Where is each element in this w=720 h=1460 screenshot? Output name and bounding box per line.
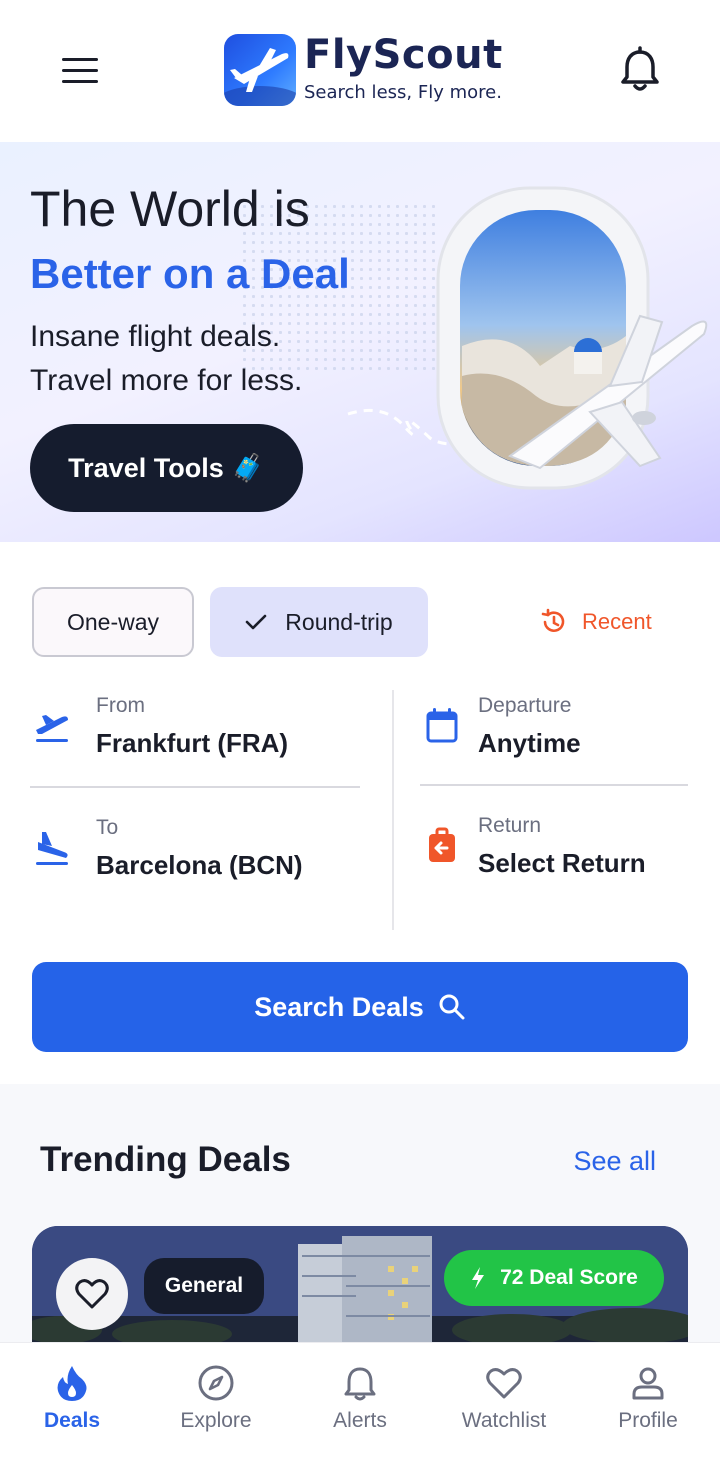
menu-icon[interactable] — [56, 52, 104, 92]
from-value: Frankfurt (FRA) — [96, 728, 289, 758]
return-ticket-icon — [429, 827, 455, 862]
from-label: From — [96, 694, 145, 717]
nav-label-explore: Explore — [180, 1409, 252, 1432]
departure-field[interactable]: Departure Anytime — [420, 690, 688, 786]
hero-banner: The World is Better on a Deal Insane fli… — [0, 142, 720, 542]
hero-heading-line1: The World is — [30, 181, 310, 237]
to-value: Barcelona (BCN) — [96, 850, 303, 880]
from-field[interactable]: From Frankfurt (FRA) — [30, 690, 360, 788]
logo-title: FlyScout — [304, 32, 503, 78]
trending-title: Trending Deals — [40, 1140, 291, 1179]
hero-heading-line2: Better on a Deal — [30, 250, 350, 297]
deal-score-text: 72 Deal Score — [500, 1266, 638, 1289]
return-value: Select Return — [478, 848, 646, 878]
trending-deals-section: Trending Deals See all General 72 Deal S… — [0, 1084, 720, 1366]
heart-icon — [75, 1279, 109, 1309]
travel-tools-button[interactable]: Travel Tools 🧳 — [30, 424, 303, 512]
notifications-bell-icon[interactable] — [618, 46, 662, 94]
history-icon — [541, 608, 565, 632]
app-header: FlyScout Search less, Fly more. — [0, 0, 720, 142]
one-way-label: One-way — [66, 608, 160, 635]
check-icon — [245, 614, 267, 630]
recent-label: Recent — [582, 609, 652, 634]
nav-label-profile: Profile — [618, 1409, 678, 1432]
heart-icon — [486, 1368, 522, 1399]
recent-searches-button[interactable]: Recent — [540, 604, 652, 640]
airplane-window-illustration — [347, 186, 708, 490]
nav-label-deals: Deals — [43, 1409, 101, 1432]
search-deals-label: Search Deals — [254, 991, 424, 1022]
takeoff-icon — [36, 715, 68, 742]
logo-tagline: Search less, Fly more. — [304, 82, 502, 103]
logo-plane-icon — [224, 34, 296, 106]
nav-item-profile[interactable]: Profile — [576, 1343, 720, 1460]
person-icon — [632, 1367, 664, 1400]
departure-value: Anytime — [478, 728, 581, 758]
favorite-heart-button[interactable] — [56, 1258, 128, 1330]
nav-item-watchlist[interactable]: Watchlist — [432, 1343, 576, 1460]
departure-label: Departure — [478, 694, 572, 717]
calendar-icon — [426, 708, 458, 743]
round-trip-label: Round-trip — [285, 608, 393, 635]
deal-score-badge: 72 Deal Score — [444, 1250, 664, 1306]
fields-divider — [392, 690, 394, 930]
round-trip-toggle[interactable]: Round-trip — [210, 587, 428, 657]
nav-item-explore[interactable]: Explore — [144, 1343, 288, 1460]
flight-search-card: One-way Round-trip Recent From Frankfurt… — [0, 542, 720, 1084]
one-way-toggle[interactable]: One-way — [32, 587, 194, 657]
compass-icon — [198, 1365, 234, 1401]
to-field[interactable]: To Barcelona (BCN) — [30, 812, 360, 910]
flame-icon — [57, 1366, 87, 1401]
to-label: To — [96, 816, 119, 839]
see-all-link[interactable]: See all — [573, 1146, 656, 1177]
lightning-icon — [472, 1267, 485, 1289]
nav-item-deals[interactable]: Deals — [0, 1343, 144, 1460]
return-field[interactable]: Return Select Return — [420, 810, 688, 908]
bell-icon — [344, 1367, 376, 1401]
hero-subtitle-line2: Travel more for less. — [30, 364, 303, 397]
hero-subtitle-line1: Insane flight deals. — [30, 320, 281, 353]
bottom-navigation: Deals Explore Alerts Watchlist Profile — [0, 1342, 720, 1460]
nav-label-alerts: Alerts — [333, 1409, 387, 1432]
app-logo: FlyScout Search less, Fly more. — [224, 32, 514, 108]
search-deals-button[interactable]: Search Deals — [32, 962, 688, 1052]
category-badge: General — [144, 1258, 264, 1314]
search-icon — [439, 994, 465, 1020]
landing-icon — [36, 832, 68, 865]
return-label: Return — [478, 814, 542, 837]
nav-label-watchlist: Watchlist — [461, 1409, 547, 1432]
nav-item-alerts[interactable]: Alerts — [288, 1343, 432, 1460]
